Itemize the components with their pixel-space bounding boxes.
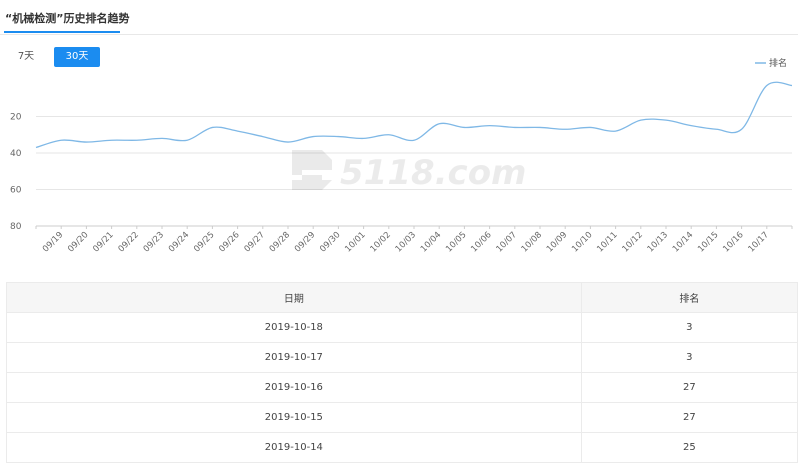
rank-cell: 3 <box>580 312 798 343</box>
date-cell: 2019-10-14 <box>6 432 582 463</box>
table-row: 2019-10-15 27 <box>6 402 798 433</box>
x-tick-label: 09/29 <box>293 230 317 254</box>
date-cell: 2019-10-15 <box>6 402 582 433</box>
x-tick-label: 09/21 <box>91 230 115 254</box>
x-tick-label: 10/07 <box>495 230 519 254</box>
watermark-logo: 5118.com <box>292 150 527 193</box>
x-tick-label: 10/14 <box>671 230 695 254</box>
series-line-rank <box>35 81 793 149</box>
ranking-history-table: 日期 排名 2019-10-18 3 2019-10-17 3 2019-10-… <box>6 282 798 463</box>
date-cell: 2019-10-18 <box>6 312 582 343</box>
chart-legend[interactable]: 排名 <box>755 57 787 69</box>
rank-cell: 25 <box>580 432 798 463</box>
x-tick-label: 10/03 <box>394 230 418 254</box>
y-tick-label: 40 <box>10 149 22 159</box>
active-tab-indicator <box>4 31 120 33</box>
table-row: 2019-10-16 27 <box>6 372 798 403</box>
x-tick-label: 10/05 <box>444 230 468 254</box>
x-tick-label: 10/17 <box>747 230 771 254</box>
date-cell: 2019-10-17 <box>6 342 582 373</box>
x-tick-label: 09/27 <box>243 230 267 254</box>
x-tick-label: 09/23 <box>142 230 166 254</box>
x-tick-label: 09/19 <box>41 230 65 254</box>
x-tick-label: 09/30 <box>318 230 342 254</box>
table-header-row: 日期 排名 <box>6 282 798 313</box>
x-tick-label: 10/11 <box>595 230 619 254</box>
series-lines <box>35 81 793 149</box>
x-tick-label: 09/25 <box>192 230 216 254</box>
tab-history-ranking[interactable]: “机械检测”历史排名趋势 <box>5 10 129 26</box>
x-axis: 09/19 09/20 09/21 09/22 09/23 09/24 09/25 09/26… <box>35 225 793 254</box>
table-row: 2019-10-18 3 <box>6 312 798 343</box>
x-tick-label: 10/16 <box>721 230 745 254</box>
tab-bar: “机械检测”历史排名趋势 <box>0 0 798 35</box>
y-tick-label: 20 <box>10 113 22 123</box>
y-tick-label: 80 <box>10 222 22 232</box>
date-cell: 2019-10-16 <box>6 372 582 403</box>
x-tick-label: 10/08 <box>520 230 544 254</box>
x-tick-label: 10/10 <box>570 230 594 254</box>
x-tick-label: 10/15 <box>696 230 720 254</box>
x-tick-label: 10/04 <box>419 230 443 254</box>
watermark-text: 5118.com <box>340 153 527 193</box>
x-tick-label: 09/24 <box>167 230 191 254</box>
x-tick-label: 10/12 <box>621 230 645 254</box>
legend-label: 排名 <box>769 57 787 69</box>
table-row: 2019-10-17 3 <box>6 342 798 373</box>
x-tick-label: 10/09 <box>545 230 569 254</box>
x-tick-label: 09/28 <box>268 230 292 254</box>
table-row: 2019-10-14 25 <box>6 432 798 463</box>
x-tick-label: 10/13 <box>646 230 670 254</box>
rank-cell: 27 <box>580 372 798 403</box>
y-tick-label: 60 <box>10 186 22 196</box>
x-tick-label: 09/20 <box>66 230 90 254</box>
rank-cell: 27 <box>580 402 798 433</box>
column-header-date: 日期 <box>6 282 582 313</box>
column-header-rank: 排名 <box>580 282 798 313</box>
x-tick-label: 09/22 <box>117 230 141 254</box>
rank-cell: 3 <box>580 342 798 373</box>
x-tick-label: 10/01 <box>343 230 367 254</box>
x-tick-label: 10/06 <box>469 230 493 254</box>
x-tick-label: 10/02 <box>369 230 393 254</box>
x-tick-label: 09/26 <box>217 230 241 254</box>
y-axis-tick-labels: 20 40 60 80 <box>10 113 22 233</box>
